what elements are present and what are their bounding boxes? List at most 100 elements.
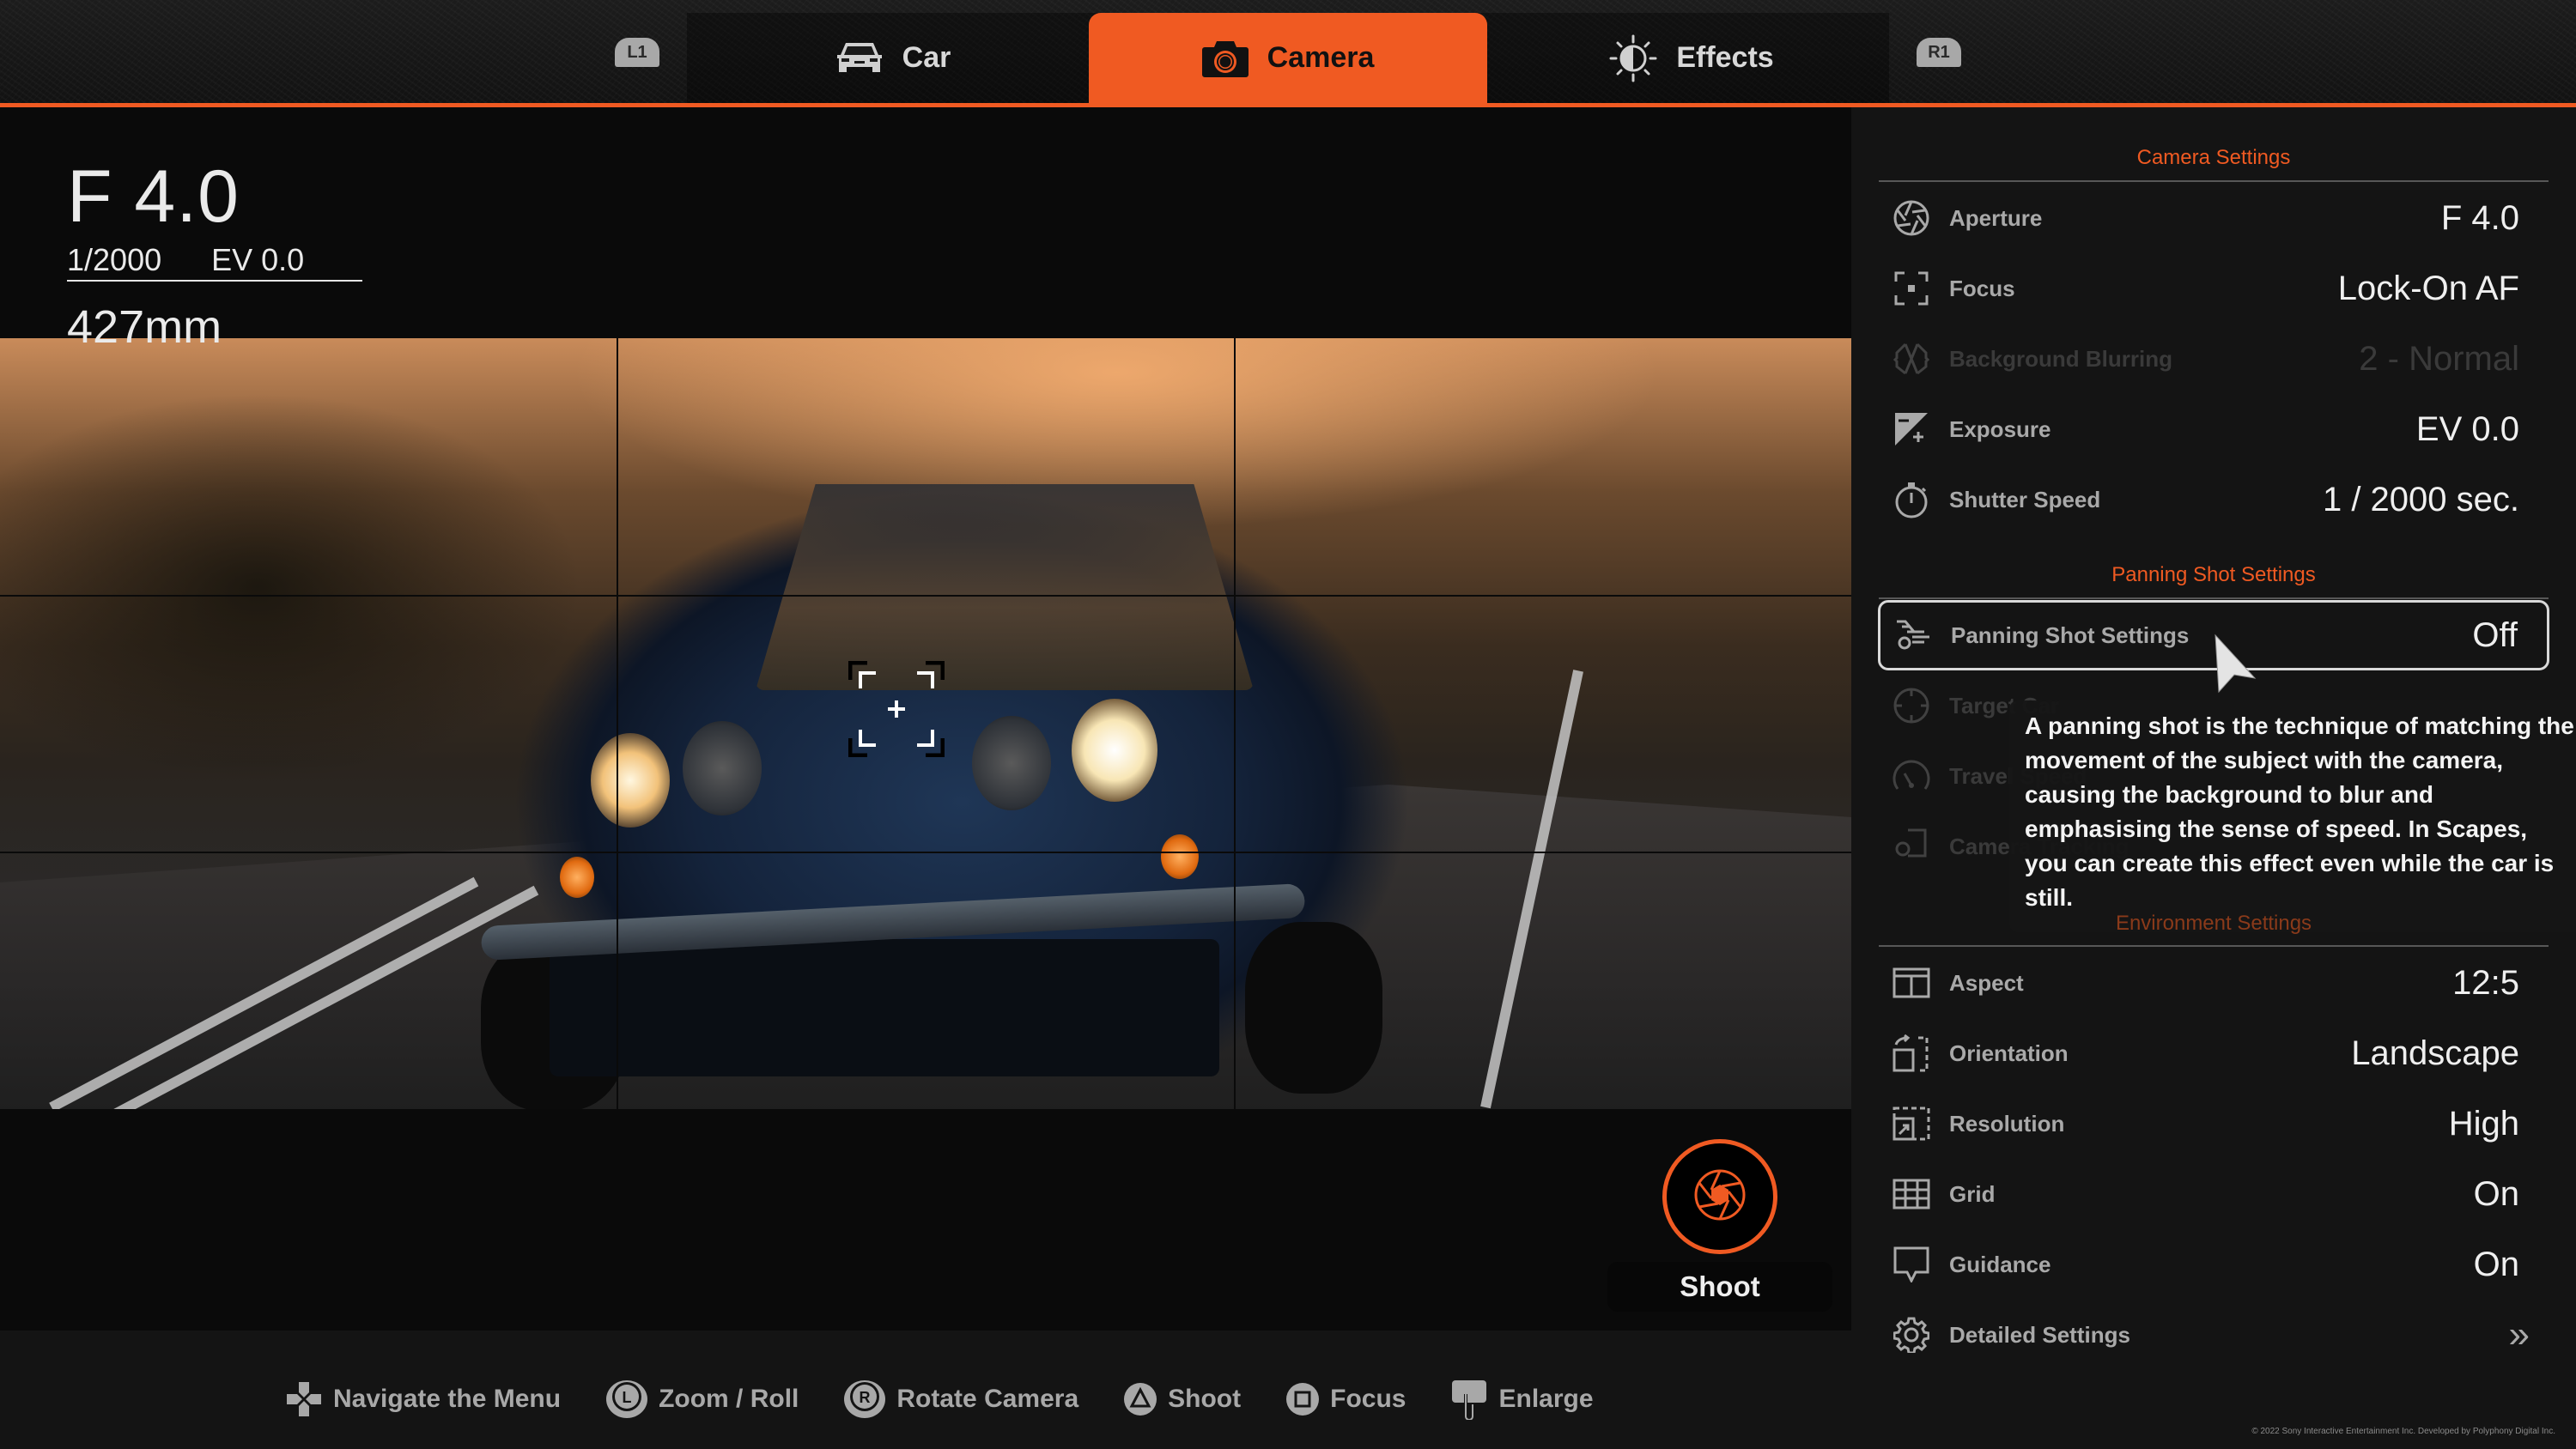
grid-line <box>617 338 618 1109</box>
r1-label: R1 <box>1928 42 1950 62</box>
car-grille <box>550 939 1219 1076</box>
setting-label: Resolution <box>1949 1110 2065 1137</box>
orientation-icon <box>1893 1034 1930 1072</box>
resolution-icon <box>1893 1105 1930 1143</box>
gear-icon <box>1893 1316 1930 1354</box>
tab-camera[interactable]: Camera <box>1089 13 1487 103</box>
setting-label: Orientation <box>1949 1040 2069 1066</box>
hint-label: Zoom / Roll <box>659 1385 799 1413</box>
setting-value: 12:5 <box>2452 963 2519 1002</box>
aspect-icon <box>1893 964 1930 1002</box>
r1-button-icon[interactable]: R1 <box>1917 38 1961 67</box>
shoot-label[interactable]: Shoot <box>1607 1262 1832 1312</box>
hint-focus: Focus <box>1285 1382 1406 1416</box>
setting-label: Shutter Speed <box>1949 486 2101 512</box>
grid-line <box>0 852 1851 853</box>
setting-aperture[interactable]: Aperture F 4.0 <box>1879 187 2549 249</box>
shoot-button[interactable] <box>1662 1139 1777 1254</box>
hint-label: Navigate the Menu <box>333 1385 562 1413</box>
setting-grid[interactable]: Grid On <box>1879 1163 2549 1225</box>
setting-value: On <box>2473 1174 2519 1213</box>
setting-value: Landscape <box>2351 1034 2519 1072</box>
setting-shutter-speed[interactable]: Shutter Speed 1 / 2000 sec. <box>1879 469 2549 530</box>
aperture-icon <box>1893 199 1930 237</box>
section-title-camera-settings: Camera Settings <box>2136 146 2291 169</box>
setting-aspect[interactable]: Aspect 12:5 <box>1879 952 2549 1014</box>
headlight <box>972 716 1051 810</box>
grid-line <box>1234 338 1236 1109</box>
tab-car-label: Car <box>902 41 951 74</box>
camera-tracking-icon <box>1893 828 1930 865</box>
l1-label: L1 <box>627 42 647 62</box>
setting-orientation[interactable]: Orientation Landscape <box>1879 1022 2549 1084</box>
photo-preview[interactable] <box>0 338 1851 1109</box>
setting-label: Panning Shot Settings <box>1951 621 2190 648</box>
hint-label: Shoot <box>1168 1385 1242 1413</box>
exposure-icon <box>1893 410 1930 448</box>
setting-label: Aspect <box>1949 969 2024 996</box>
triangle-button-icon <box>1123 1382 1157 1416</box>
hint-shoot: Shoot <box>1123 1382 1241 1416</box>
hud-focal-length: 427mm <box>67 301 222 353</box>
setting-label: Grid <box>1949 1180 1996 1207</box>
car-wheel <box>1245 922 1382 1094</box>
grid-icon <box>1893 1175 1930 1213</box>
hint-enlarge: Enlarge <box>1450 1379 1594 1420</box>
copyright-text: © 2022 Sony Interactive Entertainment In… <box>2251 1427 2555 1436</box>
chevron-double-right-icon: » <box>2508 1313 2530 1355</box>
l-stick-icon: L <box>605 1379 648 1419</box>
setting-value: High <box>2448 1104 2519 1143</box>
headlight <box>1072 699 1157 802</box>
stopwatch-icon <box>1893 481 1930 518</box>
turn-signal <box>1161 834 1199 879</box>
target-icon <box>1893 687 1930 724</box>
focus-icon <box>1893 270 1930 307</box>
setting-detailed-settings[interactable]: Detailed Settings » <box>1879 1304 2549 1366</box>
setting-label: Guidance <box>1949 1251 2051 1277</box>
hud-exposure: EV 0.0 <box>211 242 305 277</box>
button-hints: Navigate the Menu L Zoom / Roll R Rotate… <box>285 1379 1594 1420</box>
panning-car-icon <box>1894 616 1932 654</box>
setting-resolution[interactable]: Resolution High <box>1879 1093 2549 1155</box>
focus-frame-icon[interactable] <box>848 660 945 758</box>
setting-focus[interactable]: Focus Lock-On AF <box>1879 258 2549 319</box>
setting-background-blurring: Background Blurring 2 - Normal <box>1879 328 2549 390</box>
tab-effects[interactable]: Effects <box>1494 13 1889 103</box>
svg-text:L: L <box>623 1389 632 1406</box>
svg-text:R: R <box>860 1389 871 1406</box>
background-blur-icon <box>1893 340 1930 378</box>
car-windshield <box>756 484 1254 690</box>
dpad-icon <box>285 1380 323 1418</box>
setting-value: EV 0.0 <box>2415 409 2519 448</box>
setting-label: Focus <box>1949 275 2015 301</box>
l1-button-icon[interactable]: L1 <box>615 38 659 67</box>
setting-label: Detailed Settings <box>1949 1321 2130 1348</box>
setting-label: Exposure <box>1949 415 2051 442</box>
hud-shutter-exposure: 1/2000 EV 0.0 <box>67 242 304 278</box>
setting-guidance[interactable]: Guidance On <box>1879 1234 2549 1295</box>
hint-rotate-camera: R Rotate Camera <box>843 1379 1078 1419</box>
hint-label: Focus <box>1330 1385 1406 1413</box>
shutter-icon <box>1692 1167 1747 1227</box>
setting-value: Lock-On AF <box>2337 269 2519 307</box>
headlight <box>591 733 670 828</box>
grid-line <box>0 595 1851 597</box>
speech-bubble-icon <box>1893 1246 1930 1283</box>
mouse-cursor-icon <box>2214 634 2258 698</box>
tab-car[interactable]: Car <box>704 13 1082 103</box>
brightness-contrast-icon <box>1609 34 1657 82</box>
divider <box>1879 180 2549 182</box>
setting-value: Off <box>2472 615 2518 654</box>
turn-signal <box>560 857 594 898</box>
section-title-panning: Panning Shot Settings <box>2111 563 2316 586</box>
setting-exposure[interactable]: Exposure EV 0.0 <box>1879 398 2549 460</box>
help-tooltip: A panning shot is the technique of match… <box>2009 700 2576 932</box>
camera-icon <box>1201 39 1249 77</box>
setting-label: Aperture <box>1949 204 2043 231</box>
section-title-environment: Environment Settings <box>2115 912 2312 935</box>
setting-label: Background Blurring <box>1949 345 2173 372</box>
hint-zoom-roll: L Zoom / Roll <box>605 1379 799 1419</box>
r-stick-icon: R <box>843 1379 886 1419</box>
hint-label: Rotate Camera <box>896 1385 1079 1413</box>
hud-divider <box>67 280 362 282</box>
